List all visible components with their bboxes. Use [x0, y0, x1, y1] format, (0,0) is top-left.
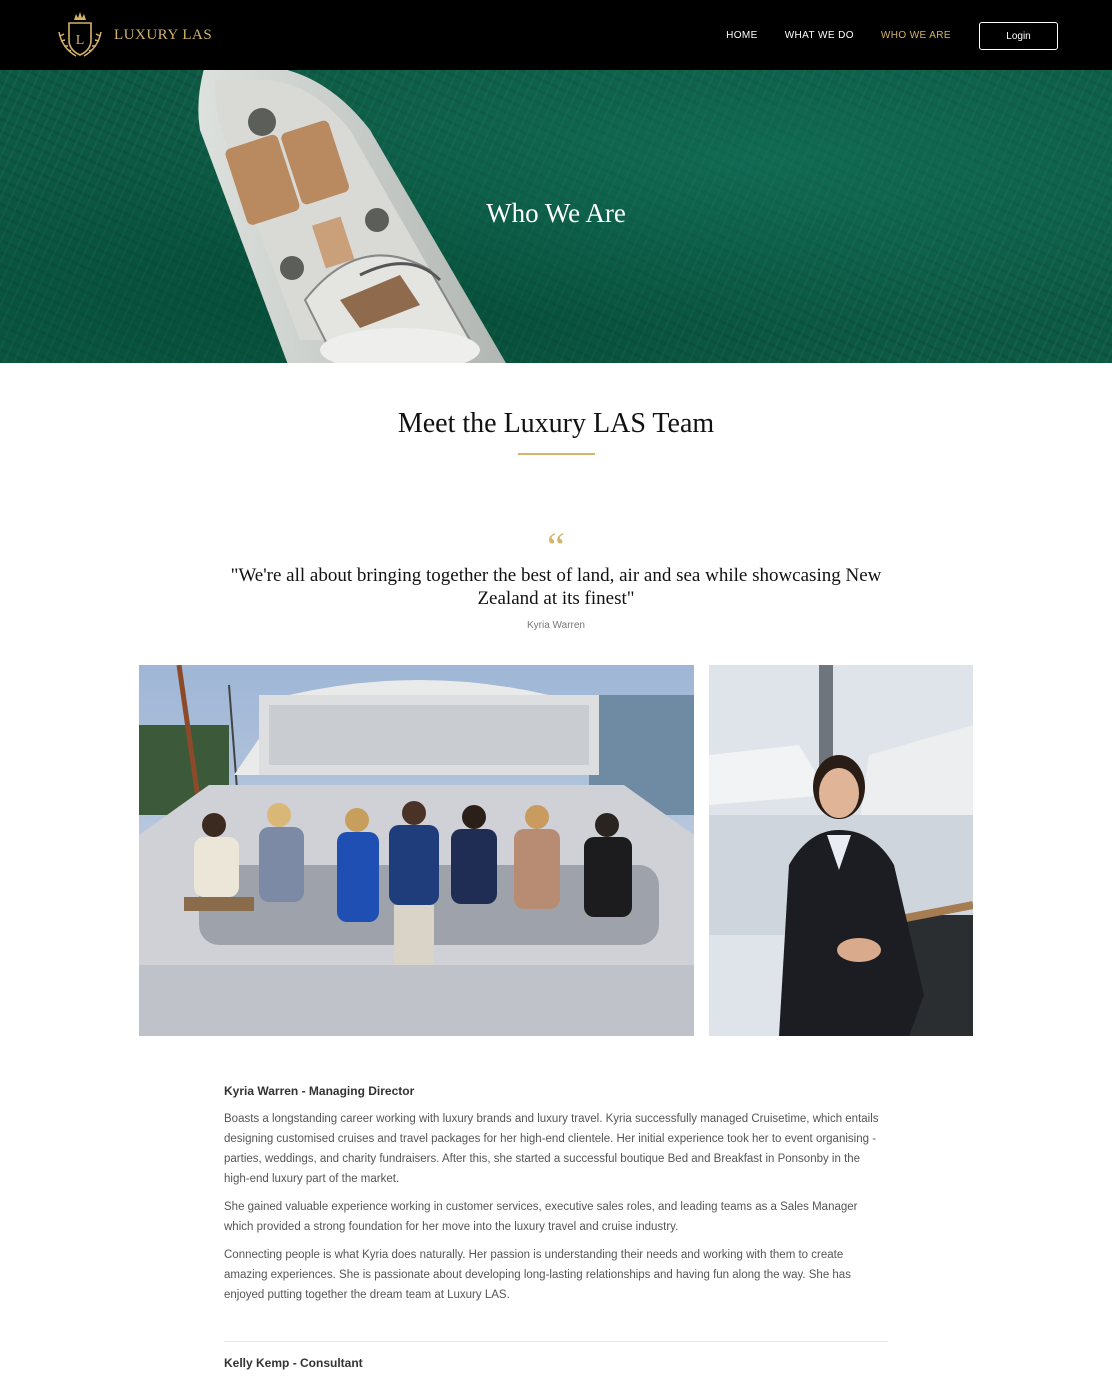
site-header: L LUXURY LAS HOME WHAT WE DO WHO WE ARE …	[0, 0, 1112, 70]
group-photo-image	[139, 665, 694, 1036]
team-heading: Meet the Luxury LAS Team	[397, 408, 715, 439]
bio-paragraph: Boasts a longstanding career working wit…	[224, 1113, 879, 1185]
main-nav: HOME WHAT WE DO WHO WE ARE Login	[726, 22, 1058, 50]
bio-name: Kelly Kemp - Consultant	[224, 1356, 363, 1370]
crest-logo-icon: L	[58, 12, 102, 57]
bio-divider	[224, 1341, 888, 1342]
svg-text:L: L	[76, 33, 85, 48]
login-button[interactable]: Login	[979, 22, 1058, 50]
bio-kyria-warren: Kyria Warren - Managing Director Boasts …	[224, 1084, 888, 1305]
brand-logo[interactable]: L LUXURY LAS	[54, 10, 212, 60]
heading-divider	[518, 453, 595, 455]
testimonial-quote: "We're all about bringing together the b…	[230, 565, 882, 609]
portrait-image	[709, 665, 973, 1036]
bio-name: Kyria Warren - Managing Director	[224, 1084, 415, 1098]
bio-paragraph: She gained valuable experience working i…	[224, 1201, 858, 1233]
nav-what-we-do[interactable]: WHAT WE DO	[785, 22, 854, 50]
hero-title: Who We Are	[486, 198, 626, 228]
bio-paragraph: Connecting people is what Kyria does nat…	[224, 1249, 851, 1301]
nav-who-we-are[interactable]: WHO WE ARE	[881, 22, 951, 50]
bio-kelly-kemp: Kelly Kemp - Consultant	[224, 1356, 888, 1370]
quote-icon: “	[547, 524, 565, 569]
nav-home[interactable]: HOME	[726, 22, 758, 50]
team-group-photo	[139, 665, 694, 1036]
quote-author: Kyria Warren	[527, 620, 585, 631]
hero-banner: Who We Are	[0, 70, 1112, 363]
kyria-portrait-photo	[709, 665, 973, 1036]
brand-name: LUXURY LAS	[114, 26, 213, 43]
